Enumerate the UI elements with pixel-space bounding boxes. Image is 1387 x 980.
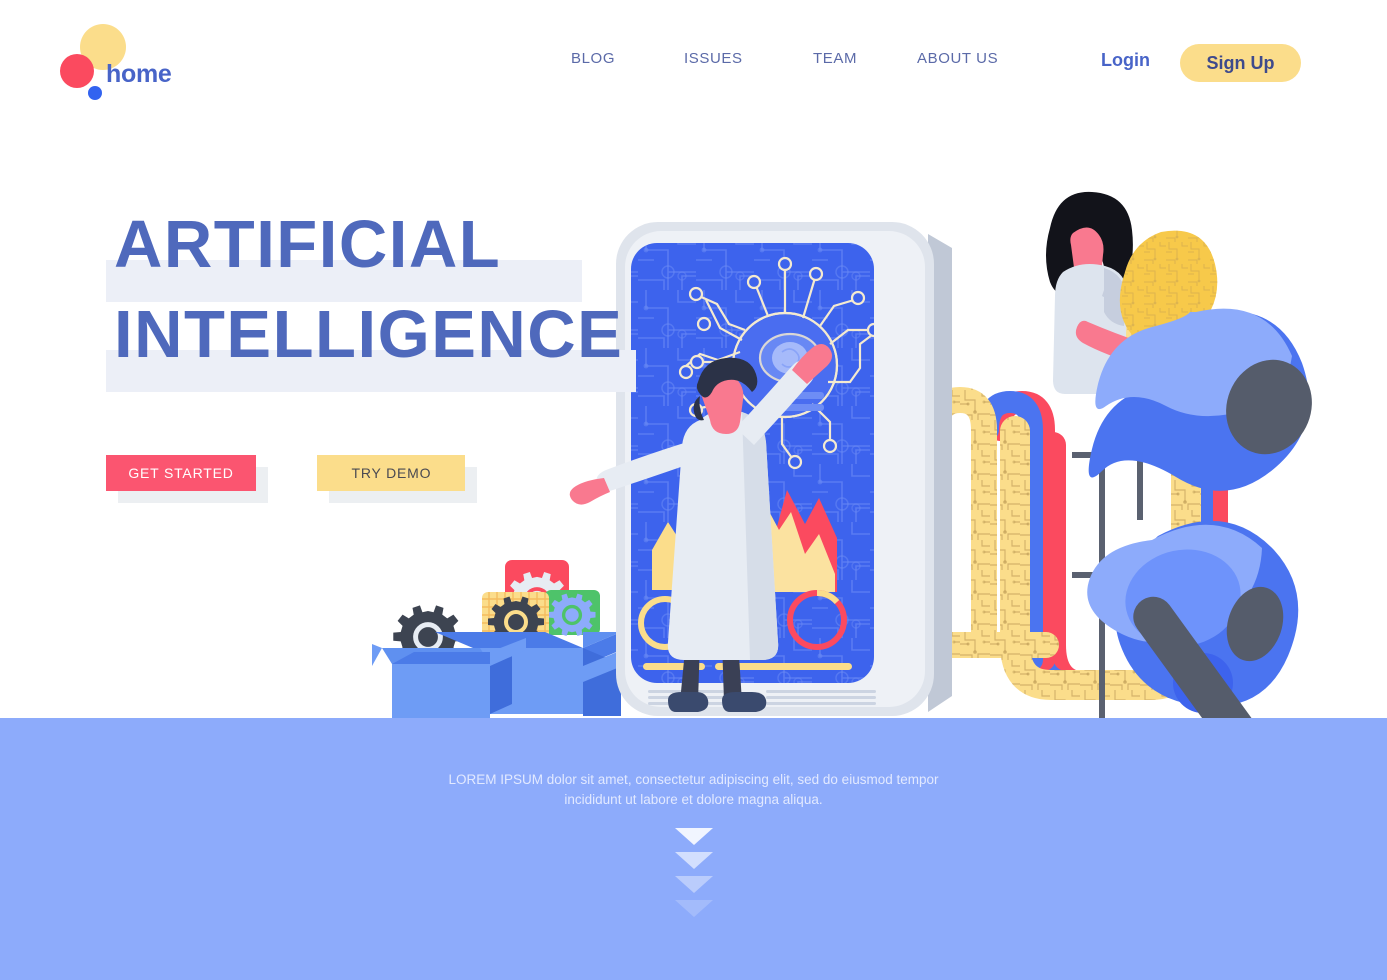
chevron-down-icon[interactable] (674, 828, 713, 845)
footer-band: LOREM IPSUM dolor sit amet, consectetur … (0, 718, 1387, 980)
logo[interactable]: home (58, 18, 318, 104)
chevron-down-icon (674, 900, 713, 917)
sign-up-button[interactable]: Sign Up (1180, 44, 1301, 82)
progress-bars (643, 663, 852, 670)
scroll-down-indicator[interactable] (0, 828, 1387, 924)
get-started-wrap: GET STARTED (106, 455, 268, 503)
logo-blue-dot-icon (88, 86, 102, 100)
headline-line-2: INTELLIGENCE (106, 295, 666, 392)
main-navigation: BLOG ISSUES TEAM ABOUT US (560, 50, 1010, 80)
nav-item-team[interactable]: TEAM (813, 50, 857, 67)
chevron-down-icon (674, 852, 713, 869)
page-title: ARTIFICIAL (114, 207, 502, 282)
nav-item-about-us[interactable]: ABOUT US (917, 50, 998, 67)
hero-heading-block: ARTIFICIAL INTELLIGENCE (106, 205, 666, 392)
landing-page: LOREM IPSUM dolor sit amet, consectetur … (0, 0, 1387, 980)
nav-item-issues[interactable]: ISSUES (684, 50, 743, 67)
try-demo-wrap: TRY DEMO (317, 455, 478, 503)
get-started-button[interactable]: GET STARTED (106, 455, 256, 491)
chevron-down-icon (674, 876, 713, 893)
page-subtitle: INTELLIGENCE (114, 297, 624, 372)
try-demo-button[interactable]: TRY DEMO (317, 455, 466, 491)
login-link[interactable]: Login (1101, 50, 1150, 71)
nav-item-blog[interactable]: BLOG (571, 50, 615, 67)
robot-arm-shapes (1087, 308, 1312, 779)
logo-text: home (106, 60, 172, 88)
headline-line-1: ARTIFICIAL (106, 205, 666, 302)
logo-red-dot-icon (60, 54, 94, 88)
hero-cta-row: GET STARTED TRY DEMO (106, 455, 522, 503)
site-header: home BLOG ISSUES TEAM ABOUT US Login Sig… (0, 0, 1387, 125)
footer-tagline-line2: incididunt ut labore et dolore magna ali… (564, 792, 823, 807)
cardboard-boxes-with-gears (372, 560, 637, 722)
footer-tagline-line1: LOREM IPSUM dolor sit amet, consectetur … (448, 772, 939, 787)
footer-tagline: LOREM IPSUM dolor sit amet, consectetur … (0, 770, 1387, 810)
